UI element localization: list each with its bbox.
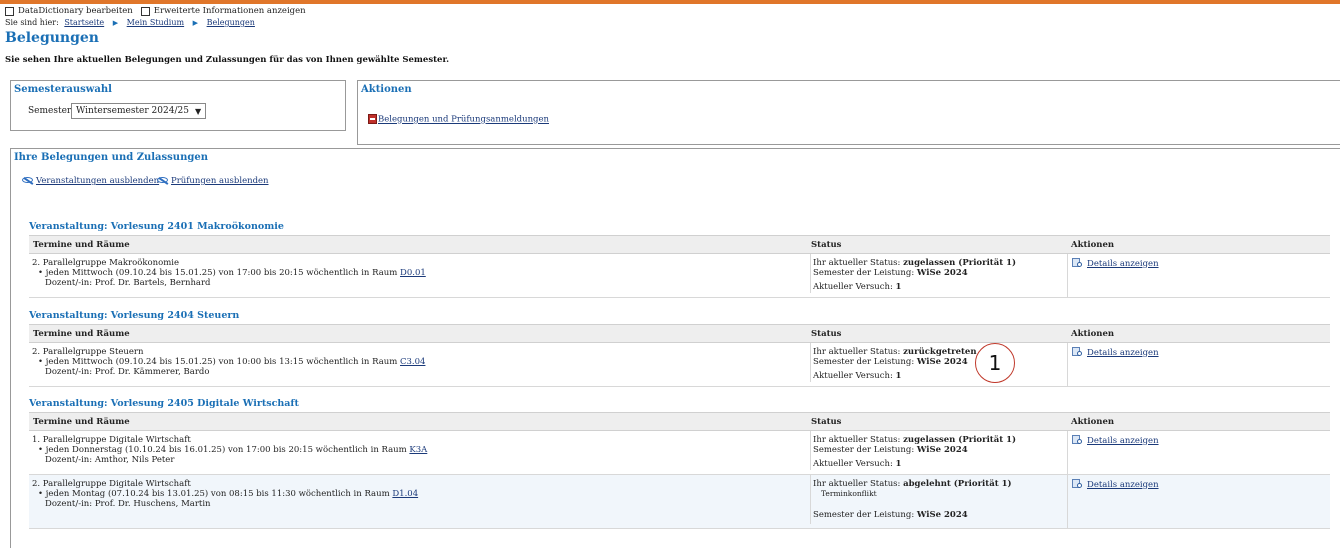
page-title: Belegungen <box>5 30 99 46</box>
table-row: 2. Parallelgruppe Digitale Wirtschaft • … <box>29 475 1330 529</box>
parallel-group: 2. Parallelgruppe Makroökonomie <box>32 258 180 268</box>
hide-courses-link[interactable]: Veranstaltungen ausblenden <box>22 176 159 186</box>
status-value: zugelassen (Priorität 1) <box>903 258 1017 268</box>
status-cell: Ihr aktueller Status: zugelassen (Priori… <box>810 254 1067 293</box>
table-header: Termine und Räume Status Aktionen <box>29 412 1330 431</box>
course-title: Veranstaltung: Vorlesung 2404 Steuern <box>29 310 240 321</box>
room-link[interactable]: C3.04 <box>400 357 425 367</box>
room-link[interactable]: D1.04 <box>392 489 418 499</box>
details-icon <box>1072 258 1083 268</box>
details-link[interactable]: Details anzeigen <box>1072 435 1159 446</box>
semester-selection-box: Semesterauswahl Semester Wintersemester … <box>10 80 346 131</box>
table-row: 2. Parallelgruppe Makroökonomie • jeden … <box>29 254 1330 298</box>
header-actions: Aktionen <box>1071 417 1115 427</box>
breadcrumb-mein-studium[interactable]: Mein Studium <box>127 18 184 27</box>
datadictionary-label: DataDictionary bearbeiten <box>18 6 133 16</box>
top-color-bar <box>0 0 1340 4</box>
header-actions: Aktionen <box>1071 240 1115 250</box>
table-row: 2. Parallelgruppe Steuern • jeden Mittwo… <box>29 343 1330 387</box>
eye-slash-icon <box>22 176 34 185</box>
dates-cell: 2. Parallelgruppe Digitale Wirtschaft • … <box>32 479 418 509</box>
header-status: Status <box>811 417 842 427</box>
hide-exams-label: Prüfungen ausblenden <box>171 176 269 186</box>
status-cell: Ihr aktueller Status: zurückgetreten Sem… <box>810 343 1067 382</box>
header-actions: Aktionen <box>1071 329 1115 339</box>
lecturer: Dozent/-in: Prof. Dr. Bartels, Bernhard <box>45 278 211 288</box>
dates-cell: 2. Parallelgruppe Steuern • jeden Mittwo… <box>32 347 425 377</box>
actions-cell: Details anzeigen <box>1067 431 1330 474</box>
datadictionary-checkbox[interactable] <box>5 6 14 16</box>
room-link[interactable]: D0.01 <box>400 268 426 278</box>
schedule-line: • jeden Mittwoch (09.10.24 bis 15.01.25)… <box>38 357 426 367</box>
status-cell: Ihr aktueller Status: zugelassen (Priori… <box>810 431 1067 470</box>
parallel-group: 2. Parallelgruppe Digitale Wirtschaft <box>32 479 191 489</box>
parallel-group: 1. Parallelgruppe Digitale Wirtschaft <box>32 435 191 445</box>
actions-box-title: Aktionen <box>361 84 412 95</box>
eye-slash-icon <box>157 176 169 185</box>
details-link[interactable]: Details anzeigen <box>1072 347 1159 358</box>
header-status: Status <box>811 329 842 339</box>
header-dates: Termine und Räume <box>33 240 130 250</box>
status-value: zurückgetreten <box>903 347 977 357</box>
lecturer: Dozent/-in: Prof. Dr. Huschens, Martin <box>45 499 211 509</box>
header-status: Status <box>811 240 842 250</box>
actions-cell: Details anzeigen <box>1067 254 1330 297</box>
pdf-icon <box>368 114 377 124</box>
dates-cell: 1. Parallelgruppe Digitale Wirtschaft • … <box>32 435 427 465</box>
table-header: Termine und Räume Status Aktionen <box>29 324 1330 343</box>
parallel-group: 2. Parallelgruppe Steuern <box>32 347 144 357</box>
details-link[interactable]: Details anzeigen <box>1072 479 1159 490</box>
pdf-download-link[interactable]: Belegungen und Prüfungsanmeldungen <box>368 114 549 125</box>
extended-info-label: Erweiterte Informationen anzeigen <box>153 6 306 16</box>
status-value: zugelassen (Priorität 1) <box>903 435 1017 445</box>
details-link[interactable]: Details anzeigen <box>1072 258 1159 269</box>
annotation-marker: 1 <box>975 343 1015 383</box>
breadcrumb-belegungen[interactable]: Belegungen <box>207 18 255 27</box>
toolbar: DataDictionary bearbeiten Erweiterte Inf… <box>5 5 306 17</box>
breadcrumb-startseite[interactable]: Startseite <box>64 18 104 27</box>
dates-cell: 2. Parallelgruppe Makroökonomie • jeden … <box>32 258 426 288</box>
breadcrumb-chevron-icon: ▶ <box>112 19 119 27</box>
semester-box-title: Semesterauswahl <box>14 84 112 95</box>
status-cell: Ihr aktueller Status: abgelehnt (Priorit… <box>810 475 1067 524</box>
breadcrumb-prefix: Sie sind hier: <box>5 18 59 27</box>
details-icon <box>1072 479 1083 489</box>
semester-label: Semester <box>28 106 72 116</box>
header-dates: Termine und Räume <box>33 417 130 427</box>
table-row: 1. Parallelgruppe Digitale Wirtschaft • … <box>29 431 1330 475</box>
room-link[interactable]: K3A <box>409 445 427 455</box>
header-dates: Termine und Räume <box>33 329 130 339</box>
details-icon <box>1072 347 1083 357</box>
extended-info-checkbox[interactable] <box>140 6 150 16</box>
semester-select[interactable]: Wintersemester 2024/25 ▼ <box>71 103 207 119</box>
table-header: Termine und Räume Status Aktionen <box>29 235 1330 254</box>
hide-courses-label: Veranstaltungen ausblenden <box>36 176 160 186</box>
lecturer: Dozent/-in: Amthor, Nils Peter <box>45 455 175 465</box>
chevron-down-icon: ▼ <box>194 106 202 116</box>
actions-cell: Details anzeigen <box>1067 343 1330 386</box>
pdf-link-label: Belegungen und Prüfungsanmeldungen <box>378 114 549 125</box>
enrollments-box-title: Ihre Belegungen und Zulassungen <box>14 152 208 163</box>
schedule-line: • jeden Montag (07.10.24 bis 13.01.25) v… <box>38 489 419 499</box>
breadcrumb-chevron-icon: ▶ <box>192 19 199 27</box>
breadcrumb: Sie sind hier: Startseite ▶ Mein Studium… <box>5 18 255 27</box>
hide-exams-link[interactable]: Prüfungen ausblenden <box>157 176 269 186</box>
lecturer: Dozent/-in: Prof. Dr. Kämmerer, Bardo <box>45 367 210 377</box>
details-icon <box>1072 435 1083 445</box>
course-title: Veranstaltung: Vorlesung 2405 Digitale W… <box>29 398 299 409</box>
schedule-line: • jeden Mittwoch (09.10.24 bis 15.01.25)… <box>38 268 426 278</box>
page-intro: Sie sehen Ihre aktuellen Belegungen und … <box>5 55 450 65</box>
actions-box: Aktionen Belegungen und Prüfungsanmeldun… <box>357 80 1340 145</box>
status-reason: Terminkonflikt <box>821 489 877 498</box>
course-title: Veranstaltung: Vorlesung 2401 Makroökono… <box>29 221 284 232</box>
status-value: abgelehnt (Priorität 1) <box>903 479 1012 489</box>
semester-select-value: Wintersemester 2024/25 <box>76 106 189 116</box>
schedule-line: • jeden Donnerstag (10.10.24 bis 16.01.2… <box>38 445 428 455</box>
actions-cell: Details anzeigen <box>1067 475 1330 528</box>
